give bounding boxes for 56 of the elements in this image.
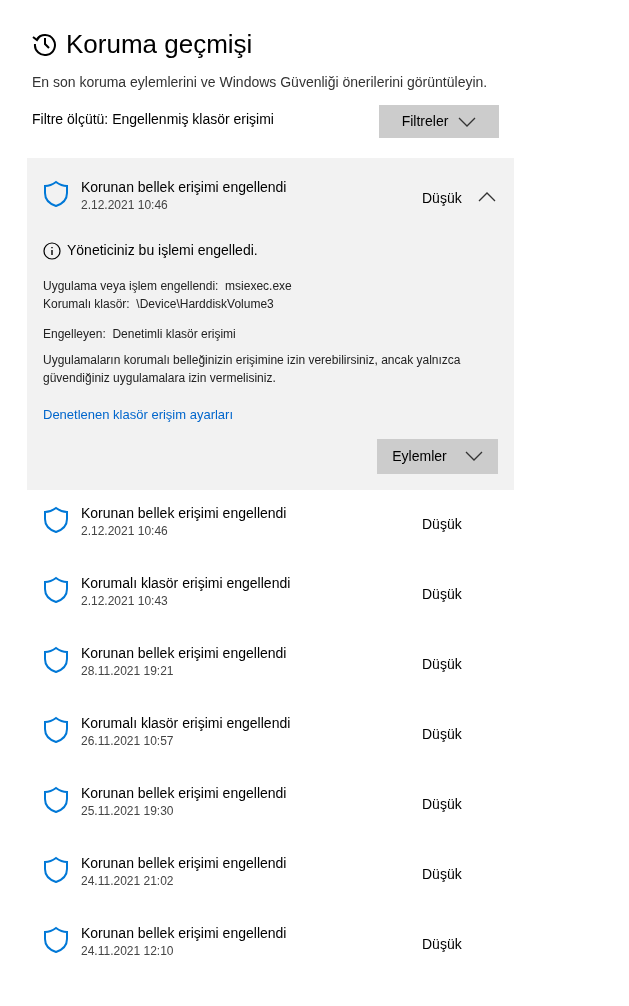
- event-row[interactable]: Korunan bellek erişimi engellendi 25.11.2021 19:30 Düşük: [27, 769, 514, 840]
- event-title: Korunan bellek erişimi engellendi: [81, 923, 288, 942]
- event-date: 24.11.2021 12:10: [81, 942, 175, 960]
- event-row[interactable]: Korunan bellek erişimi engellendi 28.11.2021 19:21 Düşük: [27, 629, 514, 700]
- shield-icon: [43, 645, 69, 674]
- severity-label: Düşük: [422, 654, 463, 674]
- severity-label: Düşük: [422, 794, 463, 814]
- shield-icon: [43, 715, 69, 744]
- event-date: 28.11.2021 19:21: [81, 662, 175, 680]
- blocked-by-text: Engelleyen: Denetimli klasör erişimi: [43, 326, 237, 343]
- event-row[interactable]: Korunan bellek erişimi engellendi 24.11.2021 21:02 Düşük: [27, 839, 514, 910]
- event-row[interactable]: Korumalı klasör erişimi engellendi 26.11.2021 10:57 Düşük: [27, 699, 514, 770]
- event-card[interactable]: [27, 158, 514, 490]
- shield-icon: [43, 180, 69, 208]
- shield-icon: [43, 785, 69, 814]
- severity-label: Düşük: [422, 514, 463, 534]
- detail-line: Korumalı klasör: \Device\HarddiskVolume3: [43, 296, 275, 313]
- filter-button[interactable]: Filtreler: [379, 105, 499, 138]
- event-row[interactable]: Korunan bellek erişimi engellendi 2.12.2021 10:46 Düşük: [27, 489, 514, 560]
- shield-icon: [43, 575, 69, 604]
- shield-icon: [43, 505, 69, 534]
- notice-text: Yöneticiniz bu işlemi engelledi.: [67, 241, 258, 260]
- chevron-down-icon: [458, 116, 477, 127]
- event-title: Korumalı klasör erişimi engellendi: [81, 713, 292, 732]
- event-title: Korunan bellek erişimi engellendi: [81, 853, 288, 872]
- event-title: Korunan bellek erişimi engellendi: [81, 503, 288, 522]
- event-date: 25.11.2021 19:30: [81, 802, 175, 820]
- event-date: 24.11.2021 21:02: [81, 872, 175, 890]
- chevron-down-icon: [464, 451, 483, 461]
- history-icon: [32, 31, 58, 57]
- event-title: Korunan bellek erişimi engellendi: [81, 783, 288, 802]
- event-date: 2.12.2021 10:46: [81, 522, 169, 540]
- shield-icon: [43, 855, 69, 884]
- filter-label: Filtre ölçütü: Engellenmiş klasör erişimi: [32, 110, 274, 129]
- event-date: 2.12.2021 10:43: [81, 592, 169, 610]
- severity-label: Düşük: [422, 584, 463, 604]
- detail-line: Uygulama veya işlem engellendi: msiexec.exe: [43, 278, 293, 295]
- settings-link[interactable]: Denetlenen klasör erişim ayarları: [43, 405, 234, 425]
- page-title: Koruma geçmişi: [66, 28, 253, 60]
- chevron-up-icon: [478, 192, 496, 202]
- info-icon: [43, 241, 61, 260]
- severity-label: Düşük: [422, 724, 463, 744]
- event-title: Korumalı klasör erişimi engellendi: [81, 573, 292, 592]
- severity-label: Düşük: [422, 864, 463, 884]
- event-row[interactable]: Korumalı klasör erişimi engellendi 2.12.2021 10:43 Düşük: [27, 559, 514, 630]
- shield-icon: [43, 925, 69, 954]
- event-row[interactable]: Korunan bellek erişimi engellendi 24.11.2021 12:10 Düşük: [27, 909, 514, 980]
- event-title: Korunan bellek erişimi engellendi: [81, 178, 288, 196]
- event-title: Korunan bellek erişimi engellendi: [81, 643, 288, 662]
- severity-label: Düşük: [422, 189, 463, 208]
- page-description: En son koruma eylemlerini ve Windows Güvenliği önerilerini görüntüleyin.: [32, 73, 489, 92]
- actions-button[interactable]: Eylemler: [377, 438, 498, 474]
- event-date: 2.12.2021 10:46: [81, 197, 169, 214]
- event-date: 26.11.2021 10:57: [81, 732, 175, 750]
- severity-label: Düşük: [422, 934, 463, 954]
- info-text: Uygulamaların korumalı belleğinizin erişimine izin verebilirsiniz, ancak yalnızca güvendiğiniz uygulamalara izin vermelisiniz.: [43, 352, 462, 387]
